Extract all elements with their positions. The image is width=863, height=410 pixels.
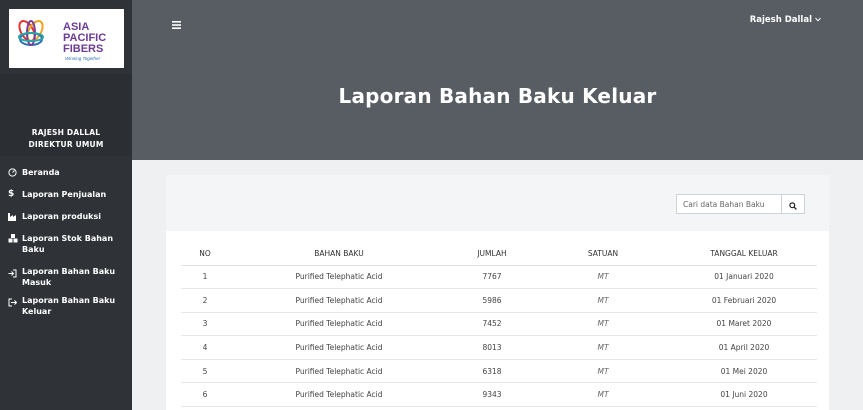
cell-bahan-baku: Purified Telephatic Acid <box>229 335 449 360</box>
dashboard-icon <box>8 167 19 178</box>
sidebar-item-laporan-penjualan[interactable]: $ Laporan Penjualan <box>0 189 132 200</box>
cell-satuan: MT <box>535 312 671 337</box>
table-row: 2 Purified Telephatic Acid 5986 MT 01 Fe… <box>181 288 817 313</box>
cell-bahan-baku: Purified Telephatic Acid <box>229 288 449 313</box>
cell-bahan-baku: Purified Telephatic Acid <box>229 359 449 384</box>
table-row: 4 Purified Telephatic Acid 8013 MT 01 Ap… <box>181 335 817 360</box>
data-table: NO BAHAN BAKU JUMLAH SATUAN TANGGAL KELU… <box>181 243 817 408</box>
cell-satuan: MT <box>535 265 671 290</box>
user-dropdown[interactable]: Rajesh Dallal <box>750 15 821 25</box>
cell-jumlah: 7767 <box>449 265 535 290</box>
user-profile: RAJESH DALLAL DIREKTUR UMUM <box>0 74 132 156</box>
column-header: TANGGAL KELUAR <box>671 243 817 266</box>
sidebar-item-label: Laporan Stok Bahan Baku <box>22 234 114 254</box>
table-row: 3 Purified Telephatic Acid 7452 MT 01 Ma… <box>181 312 817 337</box>
cell-bahan-baku: Purified Telephatic Acid <box>229 312 449 337</box>
cell-jumlah: 7452 <box>449 312 535 337</box>
table-container: NO BAHAN BAKU JUMLAH SATUAN TANGGAL KELU… <box>166 231 829 410</box>
logo-line-3: FIBERS <box>63 43 103 55</box>
column-header: NO <box>181 243 229 266</box>
sidebar-menu: Beranda $ Laporan Penjualan Laporan prod… <box>0 162 132 317</box>
cell-bahan-baku: Purified Telephatic Acid <box>229 382 449 408</box>
logo-graphic: ASIA PACIFIC FIBERS Winning Together <box>18 20 106 61</box>
user-role: DIREKTUR UMUM <box>28 140 104 149</box>
table-row: 1 Purified Telephatic Acid 7767 MT 01 Ja… <box>181 265 817 290</box>
cell-no: 4 <box>181 335 229 360</box>
menu-toggle-icon[interactable] <box>172 14 181 33</box>
report-card: NO BAHAN BAKU JUMLAH SATUAN TANGGAL KELU… <box>166 175 829 410</box>
sidebar-item-label: Beranda <box>22 168 60 177</box>
cell-jumlah: 6318 <box>449 359 535 384</box>
search-input[interactable] <box>676 194 782 214</box>
sign-in-icon <box>8 268 19 279</box>
column-header: SATUAN <box>535 243 671 266</box>
sidebar-item-laporan-bahan-baku-keluar[interactable]: Laporan Bahan Baku Keluar <box>0 295 132 317</box>
sidebar-item-laporan-bahan-baku-masuk[interactable]: Laporan Bahan Baku Masuk <box>0 266 132 288</box>
sign-out-icon <box>8 297 19 308</box>
company-logo[interactable]: ASIA PACIFIC FIBERS Winning Together <box>9 9 124 68</box>
sidebar-item-label: Laporan Bahan Baku Keluar <box>22 296 116 316</box>
cell-no: 6 <box>181 382 229 408</box>
cell-satuan: MT <box>535 359 671 384</box>
cell-no: 1 <box>181 265 229 290</box>
logo-tagline: Winning Together <box>65 56 101 61</box>
cell-satuan: MT <box>535 335 671 360</box>
search-icon <box>789 195 797 214</box>
cell-no: 5 <box>181 359 229 384</box>
cell-jumlah: 9343 <box>449 382 535 408</box>
sidebar-item-laporan-stok-bahan-baku[interactable]: Laporan Stok Bahan Baku <box>0 233 132 255</box>
sidebar: ASIA PACIFIC FIBERS Winning Together RAJ… <box>0 0 132 410</box>
factory-icon <box>8 211 19 222</box>
cell-satuan: MT <box>535 382 671 408</box>
cell-no: 2 <box>181 288 229 313</box>
cell-tanggal: 01 April 2020 <box>671 335 817 360</box>
table-header-row: NO BAHAN BAKU JUMLAH SATUAN TANGGAL KELU… <box>181 243 817 266</box>
cell-bahan-baku: Purified Telephatic Acid <box>229 265 449 290</box>
chevron-down-icon <box>815 15 821 25</box>
cell-jumlah: 5986 <box>449 288 535 313</box>
search-button[interactable] <box>781 194 805 214</box>
sidebar-item-laporan-produksi[interactable]: Laporan produksi <box>0 211 132 222</box>
cell-satuan: MT <box>535 288 671 313</box>
cell-jumlah: 8013 <box>449 335 535 360</box>
cell-tanggal: 01 Januari 2020 <box>671 265 817 290</box>
user-name: RAJESH DALLAL <box>31 128 101 137</box>
table-row: 6 Purified Telephatic Acid 9343 MT 01 Ju… <box>181 382 817 408</box>
page-title: Laporan Bahan Baku Keluar <box>338 84 657 108</box>
dollar-icon: $ <box>8 189 15 199</box>
table-row: 5 Purified Telephatic Acid 6318 MT 01 Me… <box>181 359 817 384</box>
sidebar-item-label: Laporan produksi <box>22 212 101 221</box>
cubes-icon <box>8 233 19 244</box>
cell-tanggal: 01 Mei 2020 <box>671 359 817 384</box>
card-toolbar <box>166 175 829 231</box>
sidebar-item-label: Laporan Bahan Baku Masuk <box>22 267 116 287</box>
cell-tanggal: 01 Juni 2020 <box>671 382 817 408</box>
cell-tanggal: 01 Maret 2020 <box>671 312 817 337</box>
user-menu-label: Rajesh Dallal <box>749 15 812 25</box>
sidebar-item-label: Laporan Penjualan <box>22 190 107 199</box>
cell-no: 3 <box>181 312 229 337</box>
cell-tanggal: 01 Februari 2020 <box>671 288 817 313</box>
sidebar-item-beranda[interactable]: Beranda <box>0 167 132 178</box>
column-header: BAHAN BAKU <box>229 243 449 266</box>
column-header: JUMLAH <box>449 243 535 266</box>
